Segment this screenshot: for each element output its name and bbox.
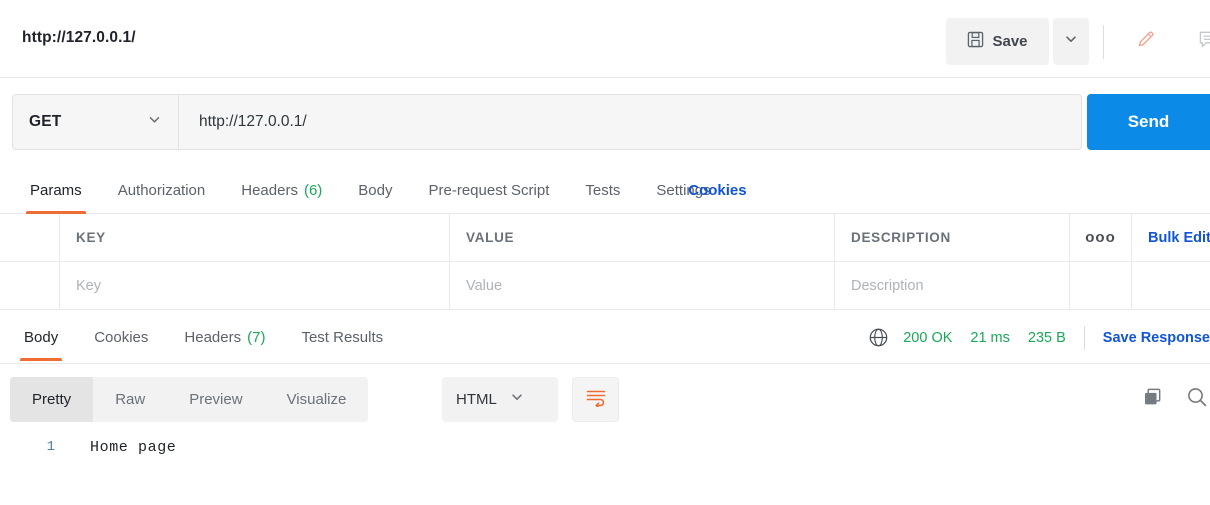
bulk-edit-link[interactable]: Bulk Edit xyxy=(1132,214,1210,261)
comments-button[interactable] xyxy=(1186,20,1210,63)
request-header-bar: http://127.0.0.1/ Save xyxy=(0,0,1210,78)
globe-icon xyxy=(868,327,889,348)
tab-body[interactable]: Body xyxy=(340,166,410,214)
response-tab-body[interactable]: Body xyxy=(6,311,76,364)
column-header-description: DESCRIPTION xyxy=(835,214,1070,261)
response-tab-headers-count: (7) xyxy=(247,329,265,346)
params-options-button[interactable]: ooo xyxy=(1070,214,1132,261)
tab-pre-request-script-label: Pre-request Script xyxy=(429,182,550,199)
row-options-cell[interactable] xyxy=(1070,262,1132,309)
response-tab-headers[interactable]: Headers (7) xyxy=(166,311,283,364)
value-input[interactable]: Value xyxy=(450,262,835,309)
view-mode-raw[interactable]: Raw xyxy=(93,377,167,422)
response-tab-body-label: Body xyxy=(24,329,58,346)
select-all-cell[interactable] xyxy=(0,214,60,261)
view-mode-preview[interactable]: Preview xyxy=(167,377,264,422)
response-size: 235 B xyxy=(1028,330,1066,346)
tab-tests[interactable]: Tests xyxy=(567,166,638,214)
tab-headers[interactable]: Headers (6) xyxy=(223,166,340,214)
chevron-down-icon xyxy=(147,112,162,132)
response-tab-test-results-label: Test Results xyxy=(301,329,383,346)
send-button[interactable]: Send xyxy=(1087,94,1210,150)
description-input[interactable]: Description xyxy=(835,262,1070,309)
http-method-select[interactable]: GET xyxy=(13,95,179,149)
more-options-icon: ooo xyxy=(1085,229,1116,246)
tab-authorization-label: Authorization xyxy=(118,182,206,199)
pencil-icon xyxy=(1136,29,1156,54)
key-input[interactable]: Key xyxy=(60,262,450,309)
params-table: KEY VALUE DESCRIPTION ooo Bulk Edit Key … xyxy=(0,214,1210,310)
header-divider xyxy=(1103,25,1104,59)
row-checkbox-cell[interactable] xyxy=(0,262,60,309)
response-format-toolbar: Pretty Raw Preview Visualize HTML xyxy=(0,375,1210,425)
response-tab-headers-label: Headers xyxy=(184,329,241,346)
view-mode-pretty[interactable]: Pretty xyxy=(10,377,93,422)
cookies-link[interactable]: Cookies xyxy=(688,166,746,214)
http-method-label: GET xyxy=(29,113,61,131)
code-line: 1 Home page xyxy=(0,430,1210,454)
response-tab-cookies-label: Cookies xyxy=(94,329,148,346)
params-table-header-row: KEY VALUE DESCRIPTION ooo Bulk Edit xyxy=(0,214,1210,262)
language-select[interactable]: HTML xyxy=(442,377,558,422)
language-select-label: HTML xyxy=(456,391,497,408)
status-badge: 200 OK xyxy=(903,330,952,346)
tab-params-label: Params xyxy=(30,182,82,199)
url-bar: GET http://127.0.0.1/ xyxy=(12,94,1082,150)
tab-pre-request-script[interactable]: Pre-request Script xyxy=(411,166,568,214)
tab-headers-label: Headers xyxy=(241,182,298,199)
response-action-icons xyxy=(1141,377,1210,422)
save-button-label: Save xyxy=(992,33,1027,50)
response-body-viewer[interactable]: 1 Home page xyxy=(0,430,1210,505)
copy-icon[interactable] xyxy=(1141,386,1164,414)
response-time: 21 ms xyxy=(970,330,1010,346)
view-mode-visualize[interactable]: Visualize xyxy=(265,377,369,422)
tab-params[interactable]: Params xyxy=(12,166,100,214)
send-button-label: Send xyxy=(1128,112,1170,132)
response-tab-test-results[interactable]: Test Results xyxy=(283,311,401,364)
tab-tests-label: Tests xyxy=(585,182,620,199)
save-button[interactable]: Save xyxy=(946,18,1049,65)
response-tablist: Body Cookies Headers (7) Test Results xyxy=(6,311,401,364)
search-icon[interactable] xyxy=(1186,386,1208,413)
column-header-key: KEY xyxy=(60,214,450,261)
chevron-down-icon xyxy=(1064,32,1078,51)
comment-icon xyxy=(1198,29,1210,55)
meta-divider xyxy=(1084,326,1085,350)
tab-authorization[interactable]: Authorization xyxy=(100,166,224,214)
row-spacer-cell xyxy=(1132,262,1210,309)
chevron-down-icon xyxy=(510,390,524,409)
tab-headers-count: (6) xyxy=(304,182,322,199)
line-content: Home page xyxy=(65,439,176,456)
request-tabs: Params Authorization Headers (6) Body Pr… xyxy=(0,166,1210,214)
response-tab-cookies[interactable]: Cookies xyxy=(76,311,166,364)
floppy-disk-icon xyxy=(967,31,984,53)
table-row: Key Value Description xyxy=(0,262,1210,310)
response-tabs: Body Cookies Headers (7) Test Results 20… xyxy=(0,311,1210,364)
page-title: http://127.0.0.1/ xyxy=(22,29,136,47)
wrap-text-icon xyxy=(585,387,607,412)
response-meta: 200 OK 21 ms 235 B Save Response xyxy=(868,311,1210,364)
save-options-button[interactable] xyxy=(1053,18,1089,65)
tab-body-label: Body xyxy=(358,182,392,199)
edit-request-button[interactable] xyxy=(1124,20,1168,63)
column-header-value: VALUE xyxy=(450,214,835,261)
request-tablist: Params Authorization Headers (6) Body Pr… xyxy=(12,166,729,214)
wrap-text-button[interactable] xyxy=(572,377,619,422)
url-input[interactable]: http://127.0.0.1/ xyxy=(179,95,1081,149)
view-mode-segmented-control: Pretty Raw Preview Visualize xyxy=(10,377,368,422)
save-response-link[interactable]: Save Response xyxy=(1103,330,1210,346)
line-number: 1 xyxy=(0,439,65,455)
